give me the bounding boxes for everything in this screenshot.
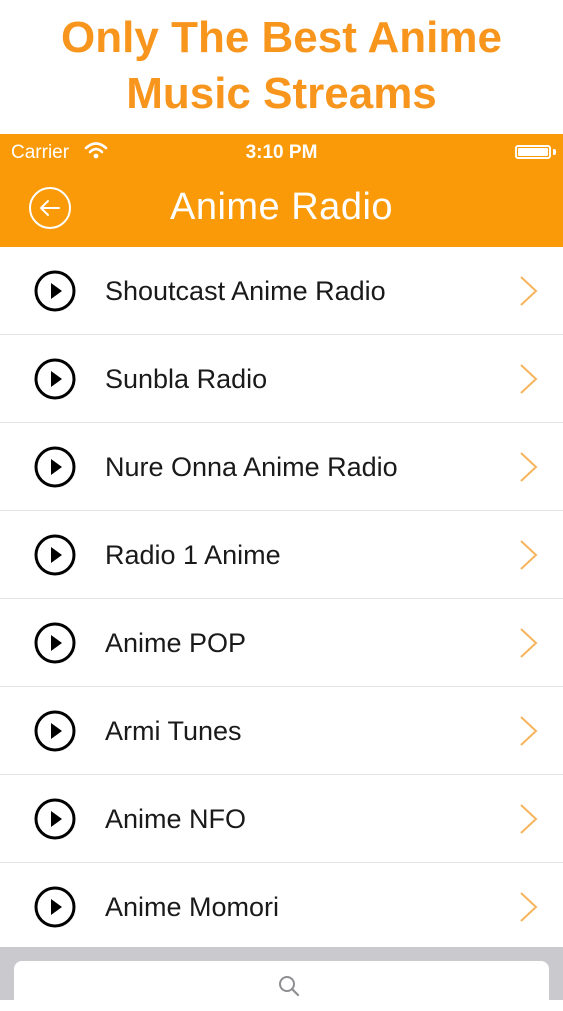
station-label: Nure Onna Anime Radio <box>105 452 398 482</box>
station-row[interactable]: Anime POP <box>0 599 563 687</box>
play-icon[interactable] <box>34 270 76 312</box>
play-icon[interactable] <box>34 358 76 400</box>
search-input[interactable] <box>14 961 549 1011</box>
play-icon[interactable] <box>34 534 76 576</box>
chevron-right-icon <box>520 364 538 394</box>
station-list: Shoutcast Anime Radio Sunbla Radio Nure On… <box>0 247 563 951</box>
station-row[interactable]: Sunbla Radio <box>0 335 563 423</box>
station-row[interactable]: Nure Onna Anime Radio <box>0 423 563 511</box>
chevron-right-icon <box>520 804 538 834</box>
chevron-right-icon <box>520 628 538 658</box>
status-time: 3:10 PM <box>245 142 318 163</box>
promo-banner: Only The Best Anime Music Streams <box>0 0 563 134</box>
chevron-right-icon <box>520 540 538 570</box>
play-icon[interactable] <box>34 446 76 488</box>
station-row[interactable]: Radio 1 Anime <box>0 511 563 599</box>
station-label: Armi Tunes <box>105 716 242 746</box>
station-row[interactable]: Armi Tunes <box>0 687 563 775</box>
station-label: Radio 1 Anime <box>105 540 281 570</box>
station-label: Shoutcast Anime Radio <box>105 276 386 306</box>
station-row[interactable]: Anime NFO <box>0 775 563 863</box>
station-label: Anime POP <box>105 628 247 658</box>
station-row[interactable]: Shoutcast Anime Radio <box>0 247 563 335</box>
station-label: Sunbla Radio <box>105 364 268 394</box>
station-row[interactable]: Anime Momori <box>0 863 563 951</box>
play-icon[interactable] <box>34 622 76 664</box>
page-title: Anime Radio <box>169 186 394 228</box>
battery-tip <box>553 149 556 155</box>
station-label: Anime Momori <box>105 892 280 922</box>
chevron-right-icon <box>520 716 538 746</box>
search-icon <box>279 976 300 997</box>
play-icon[interactable] <box>34 798 76 840</box>
battery-icon <box>515 145 551 159</box>
play-icon[interactable] <box>34 886 76 928</box>
station-label: Anime NFO <box>105 804 247 834</box>
status-bar: Carrier 3:10 PM <box>0 134 563 170</box>
search-bar-area <box>0 947 563 1011</box>
promo-line-2: Music Streams <box>126 69 437 118</box>
chevron-right-icon <box>520 892 538 922</box>
nav-bar: Carrier 3:10 PM Anime Radio <box>0 134 563 247</box>
chevron-right-icon <box>520 452 538 482</box>
promo-line-1: Only The Best Anime <box>61 13 502 62</box>
play-icon[interactable] <box>34 710 76 752</box>
chevron-right-icon <box>520 276 538 306</box>
